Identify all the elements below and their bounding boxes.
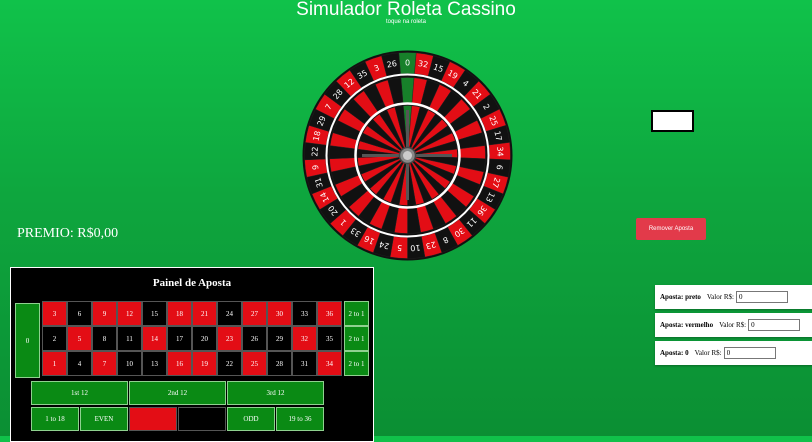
number-cell[interactable]: 3 (42, 301, 67, 326)
bet-value-label: Valor R$: (719, 321, 747, 329)
number-cell[interactable]: 15 (142, 301, 167, 326)
bet-cell-zero[interactable]: 0 (15, 303, 40, 378)
red-bet-cell[interactable] (129, 407, 177, 431)
number-cell[interactable]: 8 (92, 326, 117, 351)
number-cell[interactable]: 34 (317, 351, 342, 376)
column-bet-cell[interactable]: 2 to 1 (344, 351, 369, 376)
wheel-number-label: 5 (397, 243, 403, 252)
high-bet-cell[interactable]: 19 to 36 (276, 407, 324, 431)
number-cell[interactable]: 16 (167, 351, 192, 376)
bet-panel-zero: Aposta: 0 Valor R$: (655, 341, 812, 365)
dozen-bet-cell[interactable]: 1st 12 (31, 381, 128, 405)
number-cell[interactable]: 23 (217, 326, 242, 351)
black-bet-cell[interactable] (178, 407, 226, 431)
number-cell[interactable]: 14 (142, 326, 167, 351)
number-cell[interactable]: 27 (242, 301, 267, 326)
number-cell[interactable]: 5 (67, 326, 92, 351)
number-cell[interactable]: 26 (242, 326, 267, 351)
number-cell[interactable]: 36 (317, 301, 342, 326)
number-cell[interactable]: 18 (167, 301, 192, 326)
wheel-number-label: 34 (495, 146, 504, 157)
wheel-hub-cap (403, 151, 412, 160)
number-cell[interactable]: 2 (42, 326, 67, 351)
page-title: Simulador Roleta Cassino (296, 0, 516, 20)
bet-value-label: Valor R$: (694, 349, 722, 357)
number-cell[interactable]: 21 (192, 301, 217, 326)
result-display (651, 110, 694, 132)
low-bet-cell[interactable]: 1 to 18 (31, 407, 79, 431)
wheel-number-label: 32 (417, 59, 429, 70)
number-cell[interactable]: 7 (92, 351, 117, 376)
column-bet-cell[interactable]: 2 to 1 (344, 326, 369, 351)
number-cell[interactable]: 19 (192, 351, 217, 376)
bet-panel-preto: Aposta: preto Valor R$: (655, 285, 812, 309)
number-cell[interactable]: 25 (242, 351, 267, 376)
bet-value-input[interactable] (723, 347, 776, 359)
betting-board: Painel de Aposta 0 3 6 9 12 15 18 21 24 … (10, 267, 374, 442)
roulette-wheel[interactable]: 0 32 1519421225173462713361130823105241633… (302, 50, 513, 261)
number-cell[interactable]: 9 (92, 301, 117, 326)
dozen-bet-cell[interactable]: 2nd 12 (129, 381, 226, 405)
number-cell[interactable]: 4 (67, 351, 92, 376)
number-cell[interactable]: 6 (67, 301, 92, 326)
number-cell[interactable]: 10 (117, 351, 142, 376)
bet-panel-vermelho: Aposta: vermelho Valor R$: (655, 313, 812, 337)
wheel-number-label: 26 (386, 59, 398, 70)
page-subtitle: toque na roleta (385, 19, 427, 25)
even-bet-cell[interactable]: EVEN (80, 407, 128, 431)
bet-value-label: Valor R$: (706, 293, 734, 301)
number-cell[interactable]: 13 (142, 351, 167, 376)
premio-label: PREMIO: R$0,00 (17, 226, 119, 241)
number-cell[interactable]: 28 (267, 351, 292, 376)
number-cell[interactable]: 17 (167, 326, 192, 351)
bet-label: Aposta: vermelho (660, 321, 714, 329)
bet-value-input[interactable] (735, 291, 788, 303)
bet-label: Aposta: preto (660, 293, 701, 301)
number-cell[interactable]: 31 (292, 351, 317, 376)
board-title: Painel de Aposta (152, 277, 232, 289)
column-bet-cell[interactable]: 2 to 1 (344, 301, 369, 326)
number-cell[interactable]: 33 (292, 301, 317, 326)
odd-bet-cell[interactable]: ODD (227, 407, 275, 431)
number-cell[interactable]: 32 (292, 326, 317, 351)
number-cell[interactable]: 12 (117, 301, 142, 326)
number-cell[interactable]: 22 (217, 351, 242, 376)
bet-label: Aposta: 0 (660, 349, 689, 357)
number-cell[interactable]: 29 (267, 326, 292, 351)
number-cell[interactable]: 24 (217, 301, 242, 326)
number-cell[interactable]: 1 (42, 351, 67, 376)
number-cell[interactable]: 11 (117, 326, 142, 351)
bet-value-input[interactable] (748, 319, 801, 331)
number-cell[interactable]: 30 (267, 301, 292, 326)
number-cell[interactable]: 35 (317, 326, 342, 351)
wheel-number-label: 22 (310, 146, 319, 157)
dozen-bet-cell[interactable]: 3rd 12 (227, 381, 324, 405)
number-cell[interactable]: 20 (192, 326, 217, 351)
wheel-number-label: 0 (405, 59, 410, 68)
remove-bet-button[interactable]: Remover Aposta (636, 218, 706, 240)
wheel-number-label: 10 (410, 243, 421, 253)
